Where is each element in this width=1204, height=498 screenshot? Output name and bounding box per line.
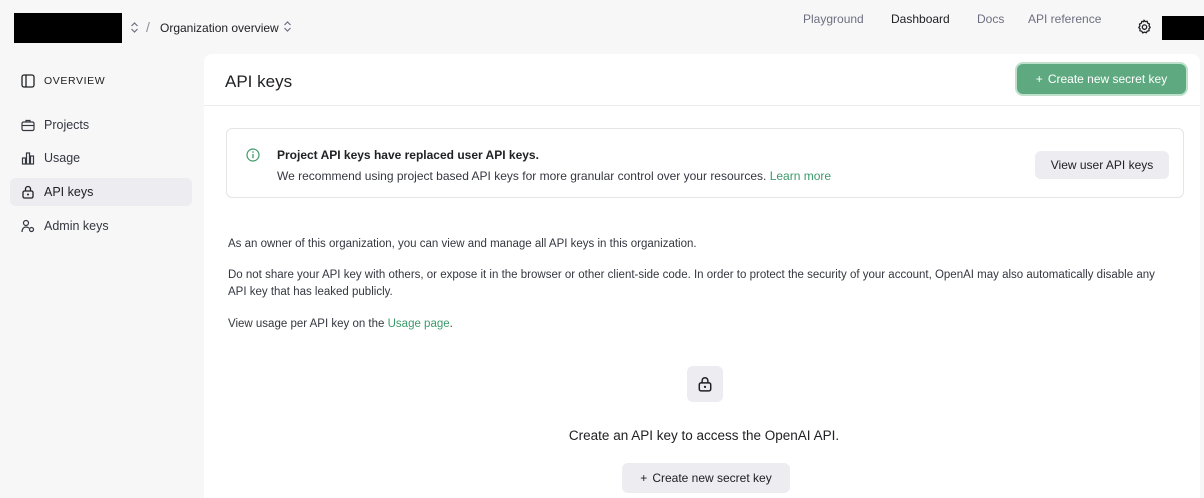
learn-more-link[interactable]: Learn more: [770, 169, 831, 183]
sidebar-item-label: Projects: [44, 118, 90, 132]
usage-page-link[interactable]: Usage page: [388, 318, 450, 330]
sidebar-item-label: OVERVIEW: [44, 75, 106, 87]
nav-dashboard[interactable]: Dashboard: [891, 12, 950, 26]
security-warning-text: Do not share your API key with others, o…: [228, 269, 1155, 298]
page-header: API keys + Create new secret key: [204, 54, 1200, 106]
info-icon: [246, 148, 260, 162]
org-selector-redacted[interactable]: [14, 13, 122, 43]
empty-state-lock-icon: [687, 366, 723, 402]
sidebar-item-label: Admin keys: [44, 219, 109, 233]
page-title: API keys: [225, 72, 293, 91]
sidebar-item-overview[interactable]: OVERVIEW: [10, 67, 192, 95]
panel-icon: [20, 73, 36, 89]
owner-info-text: As an owner of this organization, you ca…: [228, 238, 697, 250]
create-secret-key-button-empty[interactable]: + Create new secret key: [622, 463, 790, 493]
sidebar-item-label: API keys: [44, 185, 94, 199]
project-name: Organization overview: [160, 21, 279, 35]
sidebar-item-label: Usage: [44, 151, 81, 165]
view-user-api-keys-button[interactable]: View user API keys: [1035, 151, 1169, 179]
plus-icon: +: [1035, 72, 1043, 86]
notice-title: Project API keys have replaced user API …: [277, 148, 539, 162]
project-chevron-icon: [283, 20, 292, 36]
top-bar: / Organization overview Playground Dashb…: [0, 0, 1204, 54]
nav-docs[interactable]: Docs: [977, 12, 1004, 26]
plus-icon: +: [640, 471, 648, 485]
empty-state-title: Create an API key to access the OpenAI A…: [568, 428, 840, 443]
briefcase-icon: [20, 117, 36, 133]
notice-body: We recommend using project based API key…: [277, 169, 831, 183]
sidebar-item-usage[interactable]: Usage: [10, 144, 192, 172]
nav-playground[interactable]: Playground: [803, 12, 864, 26]
profile-redacted[interactable]: [1162, 16, 1204, 40]
project-selector[interactable]: Organization overview: [160, 20, 292, 36]
sidebar-item-api-keys[interactable]: API keys: [10, 178, 192, 206]
create-secret-key-label: Create new secret key: [1047, 72, 1168, 86]
breadcrumb-separator: /: [146, 19, 150, 35]
gear-icon[interactable]: [1136, 19, 1152, 35]
org-chevron-icon[interactable]: [128, 21, 140, 35]
sidebar-item-projects[interactable]: Projects: [10, 111, 192, 139]
usage-info-prefix: View usage per API key on the: [228, 318, 385, 330]
sidebar: OVERVIEW Projects Usage API keys Admin k…: [0, 54, 200, 498]
notice-banner: Project API keys have replaced user API …: [226, 128, 1184, 198]
sidebar-item-admin-keys[interactable]: Admin keys: [10, 212, 192, 240]
create-secret-key-label: Create new secret key: [652, 471, 772, 485]
nav-api-reference[interactable]: API reference: [1028, 12, 1101, 26]
user-key-icon: [20, 218, 36, 234]
bar-chart-icon: [20, 150, 36, 166]
usage-info-suffix: .: [449, 318, 453, 330]
lock-icon: [20, 184, 36, 200]
usage-info-text: View usage per API key on the Usage page…: [228, 316, 1158, 333]
notice-body-text: We recommend using project based API key…: [277, 169, 767, 183]
main-panel: API keys + Create new secret key Project…: [204, 54, 1200, 498]
create-secret-key-button[interactable]: + Create new secret key: [1017, 64, 1186, 94]
